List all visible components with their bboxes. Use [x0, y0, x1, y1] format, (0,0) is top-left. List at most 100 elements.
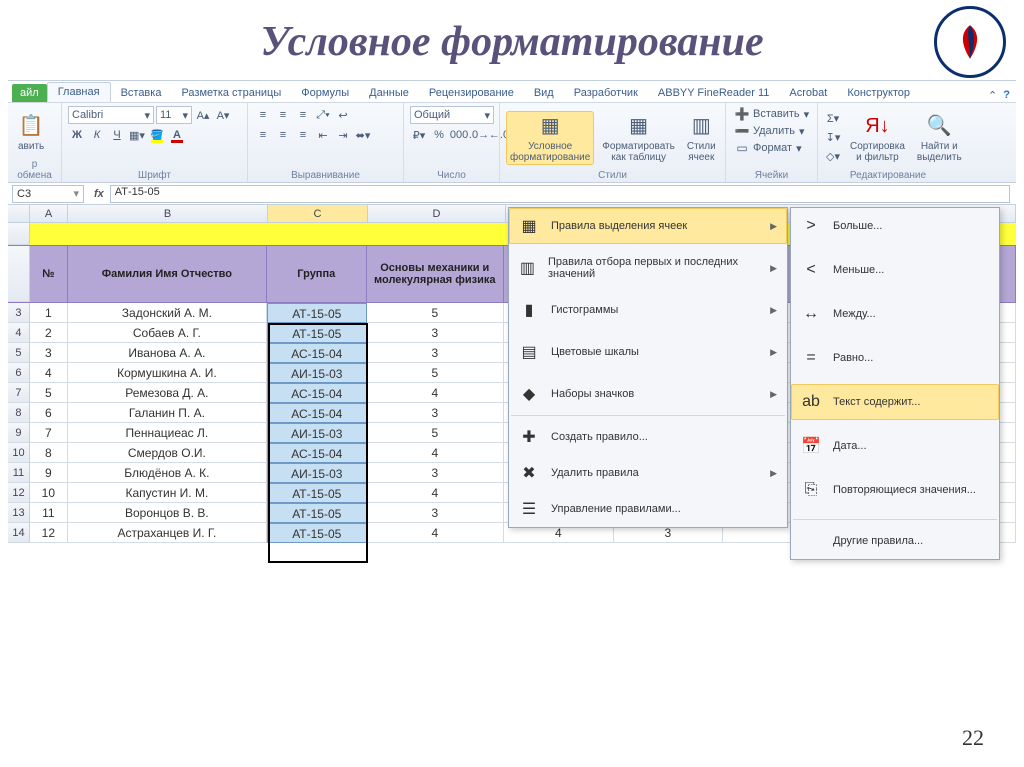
- menu-item[interactable]: <Меньше...: [791, 252, 999, 288]
- align-bottom-icon[interactable]: ≡: [294, 106, 312, 124]
- menu-item[interactable]: ☰Управление правилами...: [509, 491, 787, 527]
- menu-item[interactable]: =Равно...: [791, 340, 999, 376]
- menu-item[interactable]: abТекст содержит...: [791, 384, 999, 420]
- cell-d[interactable]: 4: [367, 383, 504, 403]
- autosum-button[interactable]: Σ▾: [824, 110, 842, 128]
- cell-d[interactable]: 3: [367, 403, 504, 423]
- border-button[interactable]: ▦▾: [128, 126, 146, 144]
- cell-d[interactable]: 5: [367, 423, 504, 443]
- cell-n[interactable]: 7: [30, 423, 68, 443]
- cell-d[interactable]: 3: [367, 323, 504, 343]
- cell-group[interactable]: АС-15-04: [267, 403, 367, 423]
- align-top-icon[interactable]: ≡: [254, 106, 272, 124]
- menu-item[interactable]: >Больше...: [791, 208, 999, 244]
- col-c[interactable]: C: [268, 205, 368, 222]
- tab-formulas[interactable]: Формулы: [291, 84, 359, 102]
- percent-button[interactable]: %: [430, 126, 448, 144]
- cell-n[interactable]: 5: [30, 383, 68, 403]
- menu-item[interactable]: ▤Цветовые шкалы▶: [509, 334, 787, 370]
- cell-n[interactable]: 4: [30, 363, 68, 383]
- cell-fio[interactable]: Галанин П. А.: [68, 403, 267, 423]
- cell-group[interactable]: АТ-15-05: [267, 483, 367, 503]
- cell-n[interactable]: 1: [30, 303, 68, 323]
- font-name-combo[interactable]: Calibri▾: [68, 106, 154, 124]
- merge-button[interactable]: ⬌▾: [354, 126, 372, 144]
- currency-button[interactable]: ₽▾: [410, 126, 428, 144]
- cell-n[interactable]: 11: [30, 503, 68, 523]
- menu-item[interactable]: ✚Создать правило...: [509, 419, 787, 455]
- align-center-icon[interactable]: ≡: [274, 126, 292, 144]
- sort-filter-button[interactable]: Я↓Сортировка и фильтр: [846, 111, 909, 165]
- cell-n[interactable]: 10: [30, 483, 68, 503]
- fill-color-button[interactable]: 🪣: [148, 126, 166, 144]
- menu-item[interactable]: ▥Правила отбора первых и последних значе…: [509, 250, 787, 286]
- menu-item[interactable]: ↔Между...: [791, 296, 999, 332]
- format-as-table-button[interactable]: ▦Форматировать как таблицу: [598, 111, 679, 165]
- cell-group[interactable]: АС-15-04: [267, 443, 367, 463]
- cell-n[interactable]: 12: [30, 523, 68, 543]
- find-select-button[interactable]: 🔍Найти и выделить: [913, 111, 966, 165]
- formula-input[interactable]: АТ-15-05: [110, 185, 1010, 203]
- menu-item[interactable]: ▮Гистограммы▶: [509, 292, 787, 328]
- cell-fio[interactable]: Блюдёнов А. К.: [68, 463, 267, 483]
- tab-view[interactable]: Вид: [524, 84, 564, 102]
- fill-button[interactable]: ↧▾: [824, 129, 842, 147]
- comma-button[interactable]: 000: [450, 126, 468, 144]
- menu-item[interactable]: ▦Правила выделения ячеек▶: [509, 208, 787, 244]
- grow-font-icon[interactable]: A▴: [194, 106, 212, 124]
- cell-d[interactable]: 5: [367, 363, 504, 383]
- cell-d[interactable]: 3: [367, 463, 504, 483]
- cell-fio[interactable]: Капустин И. М.: [68, 483, 267, 503]
- help-icon[interactable]: ?: [1003, 89, 1010, 102]
- cell-group[interactable]: АТ-15-05: [267, 303, 367, 323]
- cell-group[interactable]: АИ-15-03: [267, 463, 367, 483]
- name-box[interactable]: C3▾: [12, 185, 84, 203]
- increase-indent-icon[interactable]: ⇥: [334, 126, 352, 144]
- font-color-button[interactable]: A: [168, 126, 186, 144]
- cell-styles-button[interactable]: ▥Стили ячеек: [683, 111, 720, 165]
- tab-layout[interactable]: Разметка страницы: [171, 84, 291, 102]
- cell-d[interactable]: 4: [367, 443, 504, 463]
- align-middle-icon[interactable]: ≡: [274, 106, 292, 124]
- tab-insert[interactable]: Вставка: [111, 84, 172, 102]
- cell-fio[interactable]: Смердов О.И.: [68, 443, 267, 463]
- align-left-icon[interactable]: ≡: [254, 126, 272, 144]
- cell-group[interactable]: АИ-15-03: [267, 423, 367, 443]
- cell-d[interactable]: 4: [367, 523, 504, 543]
- inc-decimal-icon[interactable]: .0→: [470, 126, 488, 144]
- cell-group[interactable]: АТ-15-05: [267, 323, 367, 343]
- wrap-text-button[interactable]: ↩: [334, 106, 352, 124]
- cell-d[interactable]: 5: [367, 303, 504, 323]
- cell-n[interactable]: 2: [30, 323, 68, 343]
- font-size-combo[interactable]: 11▾: [156, 106, 192, 124]
- cell-n[interactable]: 6: [30, 403, 68, 423]
- menu-other-rules[interactable]: Другие правила...: [791, 523, 999, 559]
- cell-fio[interactable]: Иванова А. А.: [68, 343, 267, 363]
- cell-fio[interactable]: Пеннациеас Л.: [68, 423, 267, 443]
- tab-acrobat[interactable]: Acrobat: [779, 84, 837, 102]
- shrink-font-icon[interactable]: A▾: [214, 106, 232, 124]
- orientation-icon[interactable]: ⤢▾: [314, 106, 332, 124]
- col-a[interactable]: A: [30, 205, 68, 222]
- cell-fio[interactable]: Собаев А. Г.: [68, 323, 267, 343]
- cell-group[interactable]: АС-15-04: [267, 343, 367, 363]
- cell-group[interactable]: АТ-15-05: [267, 503, 367, 523]
- underline-button[interactable]: Ч: [108, 126, 126, 144]
- delete-cells-button[interactable]: ➖Удалить▾: [732, 123, 808, 139]
- cell-d[interactable]: 4: [367, 483, 504, 503]
- tab-review[interactable]: Рецензирование: [419, 84, 524, 102]
- bold-button[interactable]: Ж: [68, 126, 86, 144]
- align-right-icon[interactable]: ≡: [294, 126, 312, 144]
- menu-item[interactable]: 📅Дата...: [791, 428, 999, 464]
- cell-fio[interactable]: Ремезова Д. А.: [68, 383, 267, 403]
- cell-group[interactable]: АТ-15-05: [267, 523, 367, 543]
- number-format-combo[interactable]: Общий▾: [410, 106, 494, 124]
- cell-n[interactable]: 3: [30, 343, 68, 363]
- menu-item[interactable]: ◆Наборы значков▶: [509, 376, 787, 412]
- cell-fio[interactable]: Кормушкина А. И.: [68, 363, 267, 383]
- select-all-corner[interactable]: [8, 205, 30, 222]
- cell-group[interactable]: АИ-15-03: [267, 363, 367, 383]
- tab-abbyy[interactable]: ABBYY FineReader 11: [648, 84, 780, 102]
- tab-home[interactable]: Главная: [47, 82, 111, 102]
- cell-fio[interactable]: Задонский А. М.: [68, 303, 267, 323]
